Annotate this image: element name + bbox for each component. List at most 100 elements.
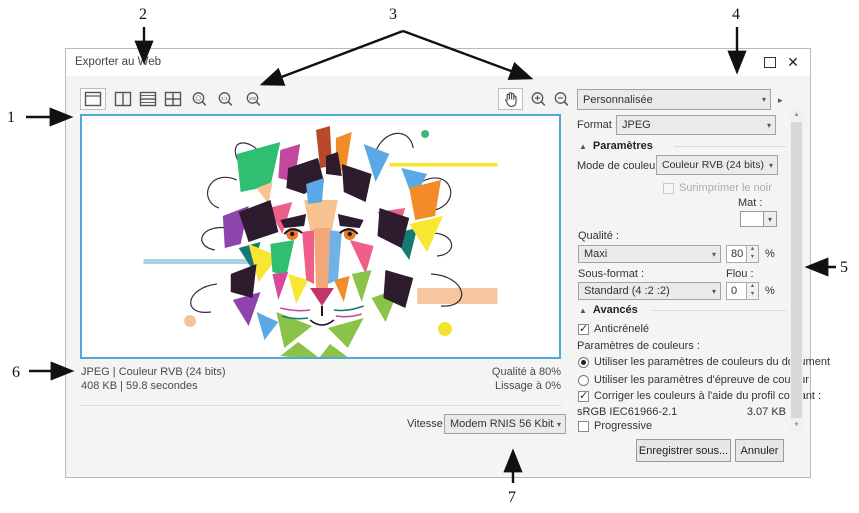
status-smoothing: Lissage à 0%	[494, 380, 561, 392]
preview-image-lion-artwork	[143, 126, 498, 357]
two-horizontal-panes-icon	[139, 91, 157, 107]
save-as-button[interactable]: Enregistrer sous...	[636, 439, 731, 462]
pan-tool-button[interactable]	[498, 88, 523, 110]
checkbox-icon	[663, 183, 674, 194]
zoom-in-button[interactable]	[527, 88, 551, 110]
color-mode-dropdown[interactable]: Couleur RVB (24 bits) ▾	[656, 155, 778, 175]
two-vertical-panes-icon	[114, 91, 132, 107]
status-quality: Qualité à 80%	[491, 366, 561, 378]
zoom-to-fit-icon	[192, 91, 207, 106]
close-button[interactable]: ✕	[782, 49, 804, 76]
matte-color-swatch	[740, 211, 764, 227]
scroll-down-icon[interactable]: ▼	[790, 419, 803, 431]
format-dropdown[interactable]: JPEG ▾	[616, 115, 776, 135]
quality-dropdown[interactable]: Maxi ▾	[578, 245, 721, 263]
dialog-title: Exporter au Web	[75, 56, 162, 68]
single-pane-view-button[interactable]	[80, 88, 106, 110]
percent-sign: %	[765, 248, 775, 260]
collapse-icon: ▲	[579, 305, 587, 315]
callout-number-4: 4	[732, 6, 740, 23]
titlebar: Exporter au Web ✕	[66, 49, 810, 76]
maximize-icon	[764, 57, 776, 68]
color-mode-value: Couleur RVB (24 bits)	[662, 159, 764, 171]
collapse-icon: ▲	[579, 141, 587, 151]
preview-pane[interactable]	[80, 114, 561, 359]
callout-number-6: 6	[12, 364, 20, 381]
antialias-label: Anticrénelé	[594, 323, 650, 335]
checkbox-checked-icon: ✓	[578, 390, 589, 402]
callout-number-7: 7	[508, 489, 516, 506]
four-panes-button[interactable]	[161, 88, 185, 110]
single-pane-icon	[84, 91, 102, 107]
preset-flyout-button[interactable]: ▸	[778, 95, 783, 106]
cancel-button[interactable]: Annuler	[735, 439, 784, 462]
subformat-dropdown[interactable]: Standard (4 :2 :2) ▾	[578, 282, 721, 300]
section-parametres-label: Paramètres	[592, 140, 653, 152]
quality-percent-spinner[interactable]: 80 ▲ ▼	[726, 245, 759, 263]
zoom-100-button[interactable]: 100	[242, 88, 266, 110]
callout-number-2: 2	[139, 6, 147, 23]
quality-label: Qualité :	[578, 230, 619, 242]
blur-label: Flou :	[726, 268, 754, 280]
radio-icon	[578, 375, 589, 386]
chevron-down-icon: ▾	[768, 160, 773, 170]
two-vertical-panes-button[interactable]	[111, 88, 135, 110]
chevron-down-icon: ▾	[766, 120, 771, 130]
two-horizontal-panes-button[interactable]	[136, 88, 160, 110]
preset-value: Personnalisée	[583, 93, 653, 106]
antialias-checkbox[interactable]: ✓ Anticrénelé	[578, 323, 649, 335]
correct-colors-label: Corriger les couleurs à l'aide du profil…	[594, 390, 822, 402]
matte-color-picker[interactable]: ▾	[740, 211, 777, 227]
profile-size: 3.07 KB	[746, 406, 786, 418]
close-icon: ✕	[787, 54, 799, 70]
checkbox-icon	[578, 421, 589, 432]
radio-selected-icon	[578, 357, 589, 368]
matte-label: Mat :	[738, 197, 763, 209]
correct-colors-checkbox[interactable]: ✓ Corriger les couleurs à l'aide du prof…	[578, 390, 821, 402]
chevron-down-icon: ▾	[764, 211, 777, 227]
callout-number-3: 3	[389, 6, 397, 23]
scroll-up-icon[interactable]: ▲	[790, 109, 803, 121]
spin-up-icon[interactable]: ▲	[747, 283, 758, 291]
zoom-to-fit-button[interactable]	[188, 88, 212, 110]
section-rule	[652, 310, 786, 311]
format-value: JPEG	[622, 119, 651, 131]
chevron-down-icon: ▾	[761, 95, 766, 104]
quality-value: Maxi	[584, 248, 608, 260]
callout-number-5: 5	[840, 259, 848, 276]
zoom-1to1-icon: 1:1	[218, 91, 233, 106]
maximize-button[interactable]	[760, 49, 780, 76]
section-parametres[interactable]: ▲ Paramètres	[579, 140, 653, 152]
blur-percent-value: 0	[726, 282, 747, 300]
spin-up-icon[interactable]: ▲	[747, 246, 758, 254]
subformat-label: Sous-format :	[578, 268, 645, 280]
blur-percent-spinner[interactable]: 0 ▲ ▼	[726, 282, 759, 300]
spin-down-icon[interactable]: ▼	[747, 291, 758, 299]
speed-value: Modem RNIS 56 Kbit/s	[450, 418, 554, 430]
section-avances-label: Avancés	[592, 304, 638, 316]
progressive-label: Progressive	[594, 420, 653, 432]
use-proof-colors-radio[interactable]: Utiliser les paramètres d'épreuve de cou…	[578, 374, 809, 386]
status-size: 408 KB | 59.8 secondes	[81, 380, 198, 392]
panel-scrollbar[interactable]: ▲ ▼	[790, 109, 803, 431]
overprint-black-label: Surimprimer le noir	[679, 182, 772, 194]
subformat-value: Standard (4 :2 :2)	[584, 285, 670, 297]
chevron-down-icon: ▾	[711, 286, 716, 296]
color-settings-label: Paramètres de couleurs :	[577, 340, 700, 352]
progressive-checkbox[interactable]: Progressive	[578, 420, 652, 432]
export-web-dialog: Exporter au Web ✕ 1:1 100 JPEG | Couleur…	[65, 48, 830, 478]
percent-sign: %	[765, 285, 775, 297]
scrollbar-thumb[interactable]	[791, 122, 802, 418]
hand-icon	[504, 91, 517, 107]
zoom-1to1-button[interactable]: 1:1	[214, 88, 238, 110]
section-avances[interactable]: ▲ Avancés	[579, 304, 638, 316]
chevron-down-icon: ▾	[711, 249, 716, 259]
speed-dropdown[interactable]: Modem RNIS 56 Kbit/s ▾	[444, 414, 566, 434]
zoom-100-icon: 100	[246, 91, 261, 106]
section-rule	[674, 146, 786, 147]
zoom-out-icon	[554, 91, 569, 106]
spin-down-icon[interactable]: ▼	[747, 254, 758, 262]
preset-dropdown[interactable]: Personnalisée ▾	[577, 89, 771, 110]
zoom-in-icon	[531, 91, 546, 106]
zoom-out-button[interactable]	[550, 88, 574, 110]
